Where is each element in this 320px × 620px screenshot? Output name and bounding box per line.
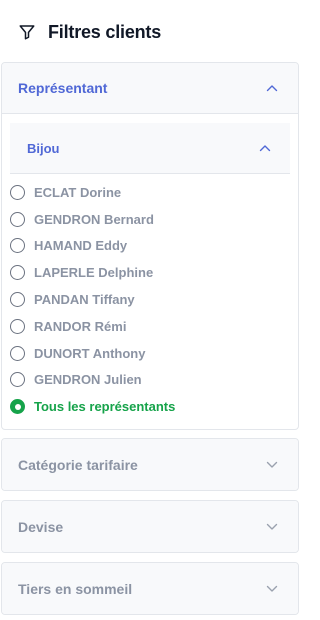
accordion-header-tiers-en-sommeil[interactable]: Tiers en sommeil (2, 563, 298, 614)
chevron-down-icon (266, 521, 278, 533)
chevron-up-icon (259, 142, 271, 154)
radio-button[interactable] (10, 265, 25, 281)
radio-label: GENDRON Bernard (34, 211, 154, 227)
radio-button[interactable] (10, 345, 25, 361)
accordion-label: Tiers en sommeil (18, 580, 133, 597)
radio-option[interactable]: HAMAND Eddy (10, 233, 298, 260)
radio-label: DUNORT Anthony (34, 345, 146, 361)
accordion-label: Catégorie tarifaire (18, 456, 138, 473)
radio-button[interactable] (10, 318, 25, 334)
radio-button[interactable] (10, 292, 25, 308)
group-label: Bijou (27, 140, 60, 156)
radio-label: PANDAN Tiffany (34, 292, 135, 308)
radio-option[interactable]: GENDRON Bernard (10, 206, 298, 233)
radio-option[interactable]: ECLAT Dorine (10, 179, 298, 206)
radio-label: RANDOR Rémi (34, 318, 127, 334)
accordion-header-devise[interactable]: Devise (2, 501, 298, 552)
radio-option-selected[interactable]: Tous les représentants (10, 393, 298, 420)
accordion-header-categorie-tarifaire[interactable]: Catégorie tarifaire (2, 439, 298, 490)
chevron-up-icon (266, 82, 278, 94)
representant-radio-list: ECLAT Dorine GENDRON Bernard HAMAND Eddy… (2, 174, 298, 428)
radio-label: ECLAT Dorine (34, 184, 122, 200)
group-header-bijou[interactable]: Bijou (10, 123, 290, 174)
radio-option[interactable]: GENDRON Julien (10, 367, 298, 394)
radio-label: LAPERLE Delphine (34, 265, 154, 281)
radio-button-checked[interactable] (10, 399, 25, 415)
accordion-header-representant[interactable]: Représentant (2, 63, 298, 114)
radio-button[interactable] (10, 238, 25, 254)
radio-button[interactable] (10, 211, 25, 227)
radio-option[interactable]: RANDOR Rémi (10, 313, 298, 340)
accordion-label: Devise (18, 518, 64, 535)
radio-option[interactable]: LAPERLE Delphine (10, 259, 298, 286)
accordion-representant: Représentant Bijou ECLAT Dorine GENDRON … (1, 62, 299, 430)
radio-label: HAMAND Eddy (34, 238, 128, 254)
radio-button[interactable] (10, 372, 25, 388)
chevron-down-icon (266, 583, 278, 595)
radio-option[interactable]: DUNORT Anthony (10, 340, 298, 367)
chevron-down-icon (266, 459, 278, 471)
accordion-devise: Devise (1, 500, 299, 553)
radio-label: GENDRON Julien (34, 372, 142, 388)
accordion-categorie-tarifaire: Catégorie tarifaire (1, 438, 299, 491)
group-bijou: Bijou (10, 123, 290, 174)
accordion-label: Représentant (18, 80, 108, 96)
accordion-tiers-en-sommeil: Tiers en sommeil (1, 562, 299, 615)
panel-title: Filtres clients (48, 21, 162, 42)
panel-header: Filtres clients (0, 14, 301, 50)
client-filters-panel: Filtres clients Représentant Bijou ECLAT… (0, 0, 301, 620)
radio-option[interactable]: PANDAN Tiffany (10, 286, 298, 313)
radio-button[interactable] (10, 184, 25, 200)
radio-label: Tous les représentants (34, 399, 176, 415)
filter-icon (17, 22, 37, 42)
